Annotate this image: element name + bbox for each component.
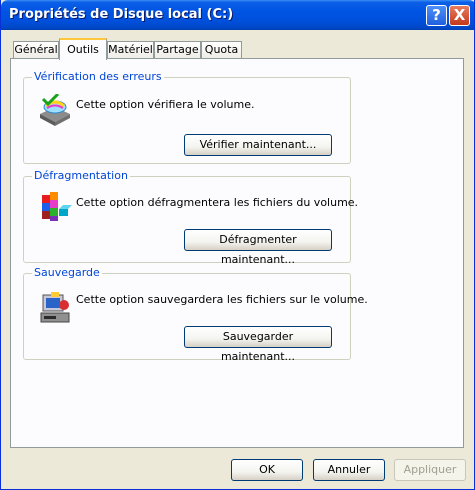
backup-group: Sauvegarde Cette option sauvegardera les… — [23, 266, 368, 363]
group-title: Défragmentation — [32, 169, 130, 182]
check-now-button[interactable]: Vérifier maintenant... — [184, 134, 332, 156]
ok-button[interactable]: OK — [231, 459, 303, 481]
tab-panel-outils: Vérification des erreurs Cette option vé… — [10, 58, 464, 448]
help-button[interactable]: ? — [426, 5, 447, 26]
tab-outils[interactable]: Outils — [59, 38, 107, 60]
close-button[interactable]: X — [449, 5, 470, 26]
tab-materiel[interactable]: Matériel — [107, 41, 154, 59]
tab-quota[interactable]: Quota — [201, 41, 242, 59]
tab-partage[interactable]: Partage — [154, 41, 201, 59]
backup-now-button[interactable]: Sauvegarder maintenant... — [184, 326, 332, 363]
properties-dialog: Propriétés de Disque local (C:) ? X Géné… — [0, 0, 475, 490]
backup-icon — [40, 292, 70, 323]
window-title: Propriétés de Disque local (C:) — [9, 7, 234, 22]
group-description: Cette option vérifiera le volume. — [76, 98, 255, 111]
title-bar[interactable]: Propriétés de Disque local (C:) ? X — [1, 0, 474, 30]
error-checking-group: Vérification des erreurs Cette option vé… — [23, 70, 351, 164]
group-title: Vérification des erreurs — [32, 70, 164, 83]
group-description: Cette option défragmentera les fichiers … — [76, 196, 359, 209]
apply-button[interactable]: Appliquer — [394, 459, 466, 481]
disk-check-icon — [40, 94, 70, 126]
cancel-button[interactable]: Annuler — [313, 459, 385, 481]
tab-general[interactable]: Général — [13, 41, 59, 59]
defragmentation-group: Défragmentation Cette option défragmente… — [23, 169, 358, 266]
defrag-icon — [42, 192, 72, 221]
defragment-now-button[interactable]: Défragmenter maintenant... — [184, 229, 332, 266]
group-title: Sauvegarde — [32, 266, 102, 279]
group-description: Cette option sauvegardera les fichiers s… — [76, 293, 368, 306]
